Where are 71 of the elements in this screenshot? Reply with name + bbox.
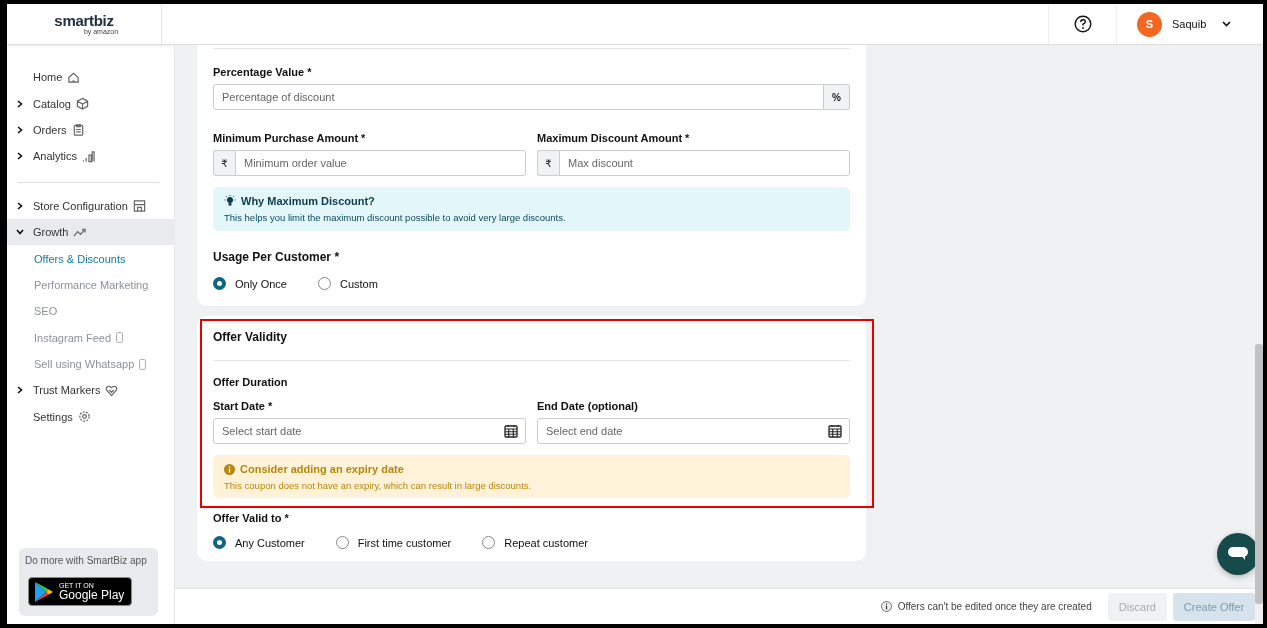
store-icon	[132, 199, 146, 213]
clipboard-icon	[71, 123, 85, 137]
chat-bubble-icon	[1228, 547, 1248, 561]
sidebar-item[interactable]: Settings	[7, 403, 174, 431]
info-icon	[880, 601, 892, 612]
radio-button[interactable]	[335, 536, 349, 549]
warning-text: This coupon does not have an expiry, which can result in large discounts.	[224, 480, 533, 491]
info-text: This helps you limit the maximum discount possible to avoid very large discounts.	[224, 212, 567, 223]
sidebar-item[interactable]: Trust Markers	[7, 377, 174, 404]
chevron-right-icon	[16, 125, 24, 134]
radio-option[interactable]: Custom	[317, 277, 378, 290]
sidebar-item[interactable]: Growth	[7, 218, 174, 246]
radio-option[interactable]: Repeat customer	[482, 536, 588, 549]
chevron-right-icon	[16, 99, 24, 108]
phone-icon	[139, 358, 147, 370]
scrollbar[interactable]	[1255, 45, 1263, 624]
chevron-down-icon	[1222, 21, 1232, 27]
section-label: Usage Per Customer *	[213, 250, 341, 264]
radio-option[interactable]: Any Customer	[213, 536, 305, 549]
sidebar-item[interactable]: Store Configuration	[7, 192, 174, 219]
radio-button[interactable]	[213, 277, 226, 290]
promo-text: Do more with SmartBiz app	[25, 555, 148, 566]
play-logo-icon	[34, 580, 54, 603]
radio-option[interactable]: Only Once	[213, 277, 287, 290]
sidebar-item[interactable]: Analytics	[7, 143, 174, 170]
phone-icon	[116, 332, 124, 344]
field-label: Minimum Purchase Amount *	[213, 132, 367, 144]
heart-icon	[105, 384, 119, 397]
calendar-icon	[828, 424, 842, 438]
user-name: Saquib	[1172, 18, 1207, 30]
currency-prefix: ₹	[537, 150, 559, 176]
gear-icon	[77, 410, 91, 424]
section-label: Offer Valid to *	[213, 512, 290, 524]
chevron-right-icon	[16, 201, 24, 210]
radio-button[interactable]	[482, 536, 496, 549]
field-label: End Date (optional)	[537, 400, 639, 412]
chat-button[interactable]	[1217, 533, 1255, 575]
user-menu[interactable]: S Saquib	[1117, 4, 1263, 44]
percentage-field[interactable]: Percentage of discount	[213, 84, 824, 110]
radio-button[interactable]	[317, 277, 331, 290]
sidebar-item[interactable]: Catalog	[7, 90, 174, 117]
bar-chart-icon	[82, 149, 96, 163]
field-label: Maximum Discount Amount *	[537, 132, 691, 144]
currency-prefix: ₹	[213, 150, 235, 176]
avatar: S	[1137, 11, 1162, 37]
calendar-icon	[504, 424, 518, 438]
sidebar-subitem[interactable]: Offers & Discounts	[7, 245, 174, 272]
field-label: Percentage Value *	[213, 66, 313, 78]
info-icon	[224, 463, 235, 475]
amount-field[interactable]: Minimum order value	[235, 150, 526, 176]
footer-note: Offers can't be edited once they are created	[897, 601, 1092, 612]
date-field[interactable]: Select end date	[537, 418, 850, 444]
chevron-right-icon	[16, 386, 24, 395]
chevron-down-icon	[16, 228, 24, 237]
field-label: Start Date *	[213, 400, 274, 412]
chevron-right-icon	[16, 152, 24, 161]
radio-option[interactable]: First time customer	[335, 536, 452, 549]
radio-button[interactable]	[213, 536, 226, 549]
help-icon	[1073, 15, 1092, 33]
percent-suffix: %	[824, 84, 850, 110]
date-field[interactable]: Select start date	[213, 418, 526, 444]
amount-field[interactable]: Max discount	[559, 150, 850, 176]
sidebar-item[interactable]: Home	[7, 64, 174, 91]
home-icon	[67, 70, 81, 84]
cube-icon	[75, 97, 89, 111]
warning-title: Consider adding an expiry date	[240, 463, 404, 475]
lightbulb-icon	[224, 195, 236, 207]
section-title: Offer Duration	[213, 376, 289, 388]
info-title: Why Maximum Discount?	[241, 195, 375, 207]
sidebar-item[interactable]: Orders	[7, 116, 174, 144]
card-title: Offer Validity	[213, 330, 289, 344]
